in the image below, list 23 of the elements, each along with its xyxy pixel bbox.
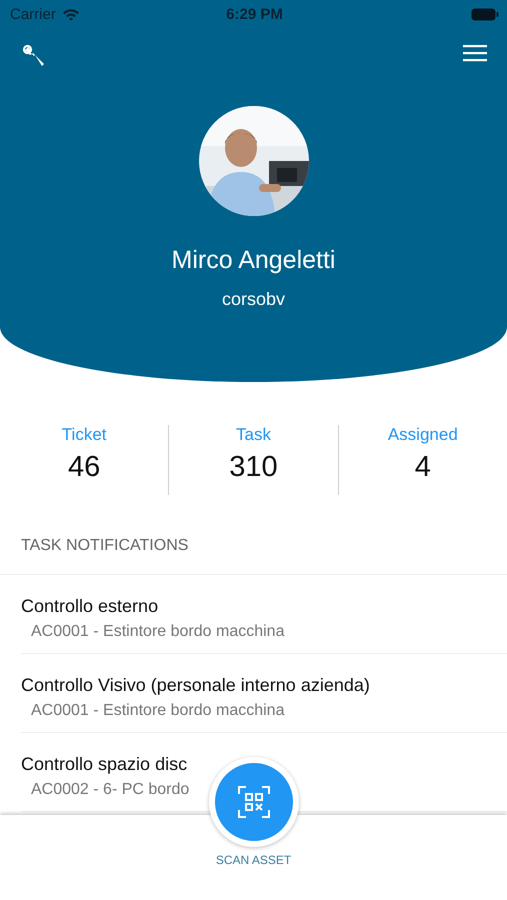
section-title: TASK NOTIFICATIONS <box>0 537 507 575</box>
status-time: 6:29 PM <box>226 6 283 22</box>
stat-label: Assigned <box>388 425 458 445</box>
battery-icon <box>470 8 499 20</box>
carrier-label: Carrier <box>10 6 56 22</box>
qr-code-icon <box>237 785 271 819</box>
stat-value: 46 <box>68 451 100 484</box>
notification-item[interactable]: Controllo Visivo (personale interno azienda) AC0001 - Estintore bordo macchina <box>21 654 507 733</box>
wifi-icon <box>62 8 80 20</box>
user-name: Mirco Angeletti <box>172 246 336 275</box>
notification-subtitle: AC0002 - 6- PC bordo <box>30 781 190 799</box>
user-handle: corsobv <box>222 289 286 310</box>
stat-label: Ticket <box>62 425 107 445</box>
notification-title: Controllo esterno <box>21 596 160 617</box>
notification-subtitle: AC0001 - Estintore bordo macchina <box>30 702 286 720</box>
notification-item[interactable]: Controllo esterno AC0001 - Estintore bordo macchina <box>21 575 507 654</box>
notification-title: Controllo spazio disc <box>21 754 188 775</box>
stat-label: Task <box>236 425 271 445</box>
notification-subtitle: AC0001 - Estintore bordo macchina <box>30 623 286 641</box>
stat-value: 310 <box>229 451 278 484</box>
stat-value: 4 <box>414 451 431 484</box>
scan-label: SCAN ASSET <box>216 853 292 867</box>
notification-title: Controllo Visivo (personale interno azienda) <box>21 675 371 696</box>
